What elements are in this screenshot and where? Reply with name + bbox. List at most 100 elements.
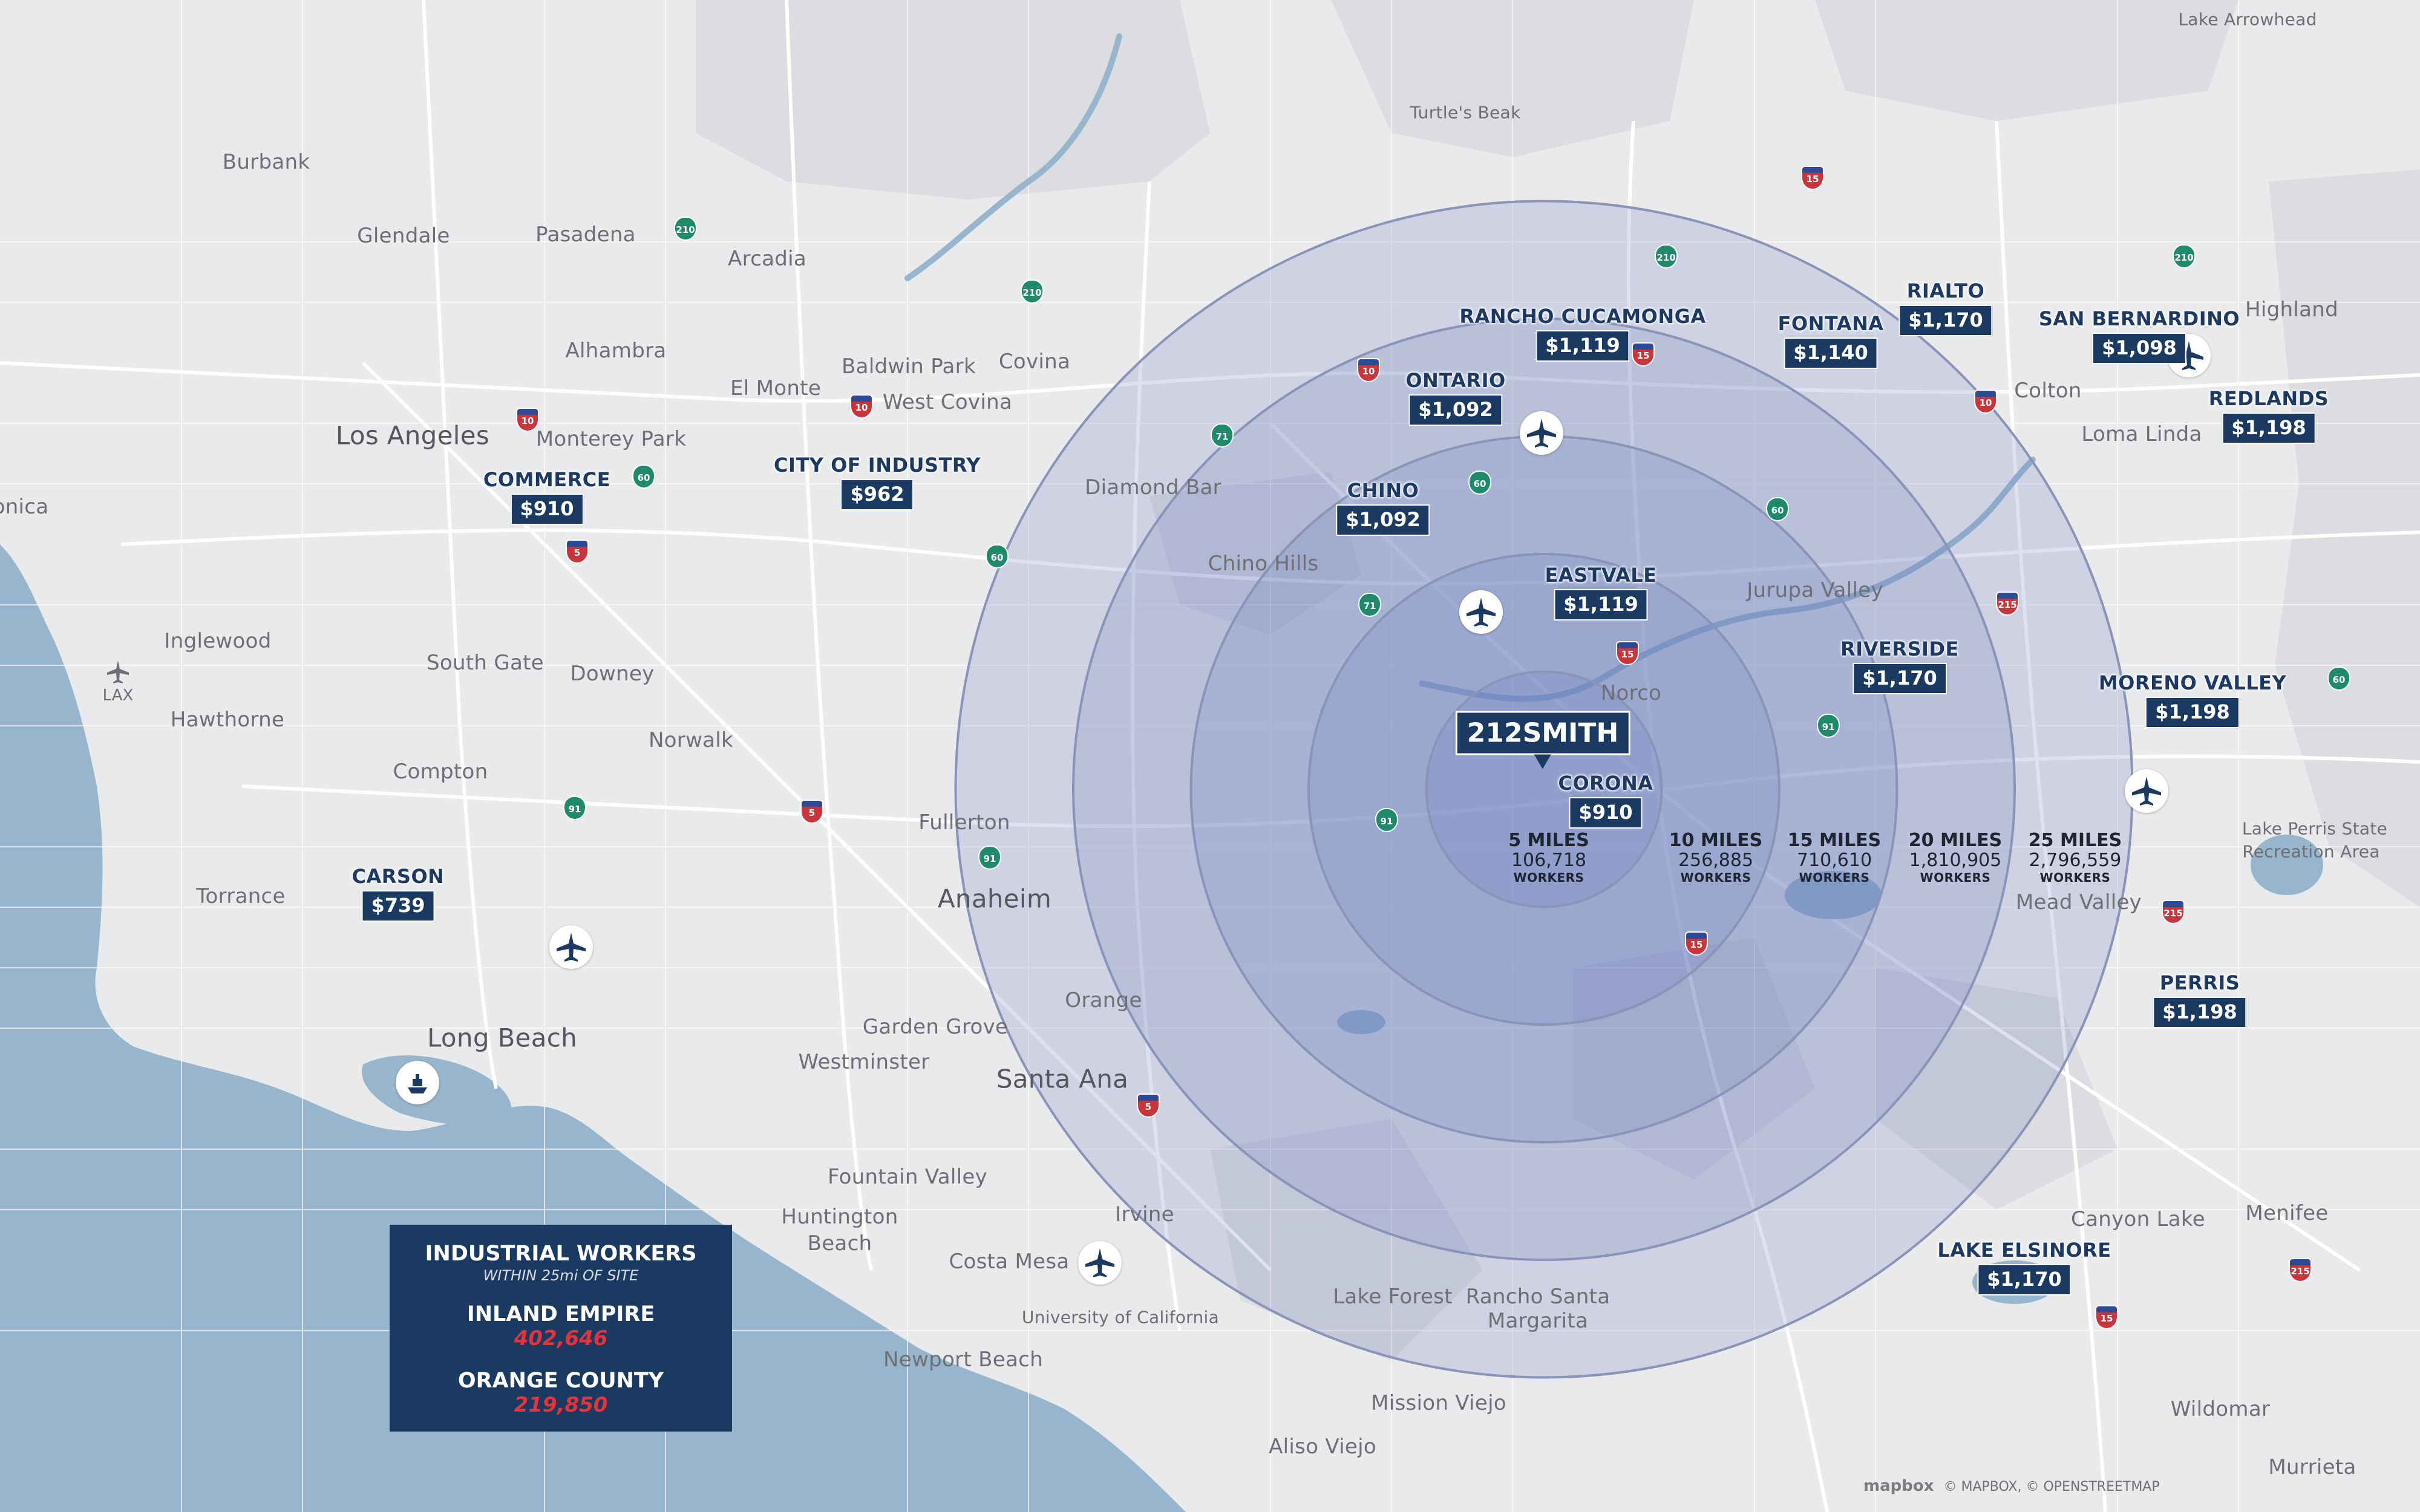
city-rate: $739 bbox=[361, 890, 435, 922]
place-label: Lake Forest bbox=[1333, 1285, 1453, 1309]
interstate-shield: 215 bbox=[2162, 900, 2185, 924]
city-name: REDLANDS bbox=[2208, 387, 2329, 410]
state-route-shield: 91 bbox=[1817, 714, 1840, 738]
airplane-icon bbox=[1527, 419, 1556, 448]
airport-marker[interactable] bbox=[1520, 411, 1563, 455]
city-rate: $1,098 bbox=[2092, 333, 2186, 364]
place-label: South Gate bbox=[426, 651, 544, 675]
place-label: Jurupa Valley bbox=[1747, 578, 1883, 602]
place-label: Irvine bbox=[1115, 1202, 1174, 1227]
interstate-shield: 10 bbox=[1974, 389, 1997, 414]
legend-region-inland-empire: INLAND EMPIRE bbox=[466, 1302, 655, 1326]
city-rate: $1,198 bbox=[2153, 997, 2247, 1028]
place-label: Diamond Bar bbox=[1085, 475, 1221, 500]
city-rate: $1,140 bbox=[1784, 337, 1878, 369]
city-rate-label[interactable]: CITY OF INDUSTRY $962 bbox=[774, 454, 981, 510]
ring-unit: WORKERS bbox=[1799, 870, 1870, 885]
city-rate-label[interactable]: RIALTO $1,170 bbox=[1898, 279, 1993, 336]
city-rate-label[interactable]: CORONA $910 bbox=[1558, 772, 1653, 829]
place-label: Covina bbox=[998, 350, 1071, 374]
city-rate-label[interactable]: LAKE ELSINORE $1,170 bbox=[1937, 1239, 2111, 1295]
interstate-shield: 10 bbox=[1357, 358, 1380, 382]
place-label: Lake Arrowhead bbox=[2178, 9, 2317, 30]
ring-worker-count: 106,718 bbox=[1511, 850, 1587, 871]
ring-miles: 20 MILES bbox=[1908, 830, 2003, 851]
state-route-shield: 210 bbox=[2173, 244, 2196, 269]
city-name: CHINO bbox=[1347, 479, 1419, 502]
state-route-shield: 71 bbox=[1211, 423, 1234, 448]
city-rate-label[interactable]: FONTANA $1,140 bbox=[1778, 312, 1884, 369]
ship-icon bbox=[408, 1074, 427, 1093]
place-label: Aliso Viejo bbox=[1269, 1435, 1376, 1459]
place-label: Hawthorne bbox=[170, 708, 285, 732]
place-label: Fountain Valley bbox=[827, 1165, 988, 1189]
airport-marker[interactable] bbox=[2125, 769, 2168, 813]
lax-label: LAX bbox=[102, 686, 134, 705]
place-label: Rancho Santa bbox=[1465, 1285, 1611, 1309]
interstate-shield: 10 bbox=[850, 394, 873, 419]
place-label: Costa Mesa bbox=[949, 1250, 1070, 1274]
airport-marker[interactable] bbox=[1459, 590, 1503, 634]
city-rate: $1,119 bbox=[1535, 330, 1630, 362]
airport-marker[interactable] bbox=[549, 925, 593, 969]
place-label: Beach bbox=[807, 1231, 872, 1256]
ring-label: 5 MILES 106,718 WORKERS bbox=[1508, 830, 1589, 885]
place-label: El Monte bbox=[730, 376, 822, 400]
ring-label: 20 MILES 1,810,905 WORKERS bbox=[1909, 830, 2002, 885]
place-label: Norco bbox=[1600, 681, 1662, 705]
interstate-shield: 15 bbox=[1801, 166, 1824, 190]
place-label: Recreation Area bbox=[2242, 841, 2380, 862]
legend-title: INDUSTRIAL WORKERS bbox=[425, 1242, 697, 1266]
place-label: Westminster bbox=[798, 1050, 930, 1074]
city-name: RIVERSIDE bbox=[1840, 637, 1959, 660]
place-label: Orange bbox=[1065, 988, 1142, 1012]
city-rate-label[interactable]: RANCHO CUCAMONGA $1,119 bbox=[1459, 305, 1705, 362]
map-canvas[interactable]: Burbank Glendale Pasadena Arcadia Turtle's B… bbox=[0, 0, 2420, 1512]
place-label: onica bbox=[0, 495, 49, 519]
city-rate-label[interactable]: SAN BERNARDINO $1,098 bbox=[2039, 307, 2240, 364]
place-label: Compton bbox=[393, 760, 488, 784]
legend-subtitle: WITHIN 25mi OF SITE bbox=[483, 1267, 639, 1284]
city-name: LAKE ELSINORE bbox=[1937, 1239, 2111, 1262]
place-label: Huntington bbox=[781, 1205, 898, 1229]
port-marker[interactable] bbox=[396, 1061, 439, 1104]
city-rate-label[interactable]: CARSON $739 bbox=[352, 865, 445, 922]
city-rate: $1,092 bbox=[1408, 394, 1503, 426]
city-rate-label[interactable]: ONTARIO $1,092 bbox=[1405, 369, 1505, 426]
city-rate-label[interactable]: REDLANDS $1,198 bbox=[2209, 387, 2329, 444]
legend-region-orange-county: ORANGE COUNTY bbox=[457, 1369, 664, 1393]
place-label: Monterey Park bbox=[535, 427, 687, 451]
place-label: Anaheim bbox=[937, 884, 1052, 914]
city-rate-label[interactable]: RIVERSIDE $1,170 bbox=[1840, 637, 1959, 694]
mapbox-logo[interactable]: mapbox bbox=[1863, 1477, 1934, 1495]
ring-unit: WORKERS bbox=[1920, 870, 1991, 885]
place-label: Garden Grove bbox=[862, 1015, 1009, 1039]
ring-label: 25 MILES 2,796,559 WORKERS bbox=[2029, 830, 2122, 885]
site-marker[interactable]: 212SMITH bbox=[1455, 711, 1630, 755]
city-rate: $1,119 bbox=[1554, 589, 1648, 621]
city-rate-label[interactable]: PERRIS $1,198 bbox=[2153, 971, 2247, 1028]
city-rate-label[interactable]: MORENO VALLEY $1,198 bbox=[2099, 671, 2286, 728]
city-rate-label[interactable]: EASTVALE $1,119 bbox=[1545, 564, 1656, 621]
place-label: Newport Beach bbox=[883, 1347, 1043, 1372]
state-route-shield: 210 bbox=[1655, 244, 1678, 269]
place-label: Mead Valley bbox=[2015, 890, 2142, 914]
city-rate-label[interactable]: COMMERCE $910 bbox=[483, 468, 610, 525]
city-rate: $1,092 bbox=[1336, 504, 1430, 536]
state-route-shield: 91 bbox=[1375, 808, 1398, 832]
city-rate-label[interactable]: CHINO $1,092 bbox=[1336, 479, 1430, 536]
ring-unit: WORKERS bbox=[1680, 870, 1751, 885]
interstate-shield: 5 bbox=[1137, 1093, 1160, 1118]
interstate-shield: 10 bbox=[516, 408, 539, 432]
city-name: CARSON bbox=[352, 865, 445, 888]
ring-label: 15 MILES 710,610 WORKERS bbox=[1788, 830, 1881, 885]
place-label: Arcadia bbox=[728, 247, 806, 271]
city-name: RANCHO CUCAMONGA bbox=[1459, 305, 1706, 328]
attribution-text[interactable]: © MAPBOX, © OPENSTREETMAP bbox=[1944, 1479, 2160, 1494]
city-rate: $910 bbox=[510, 494, 584, 525]
interstate-shield: 15 bbox=[1685, 931, 1708, 956]
city-name: MORENO VALLEY bbox=[2098, 671, 2287, 694]
map-attribution[interactable]: mapbox © MAPBOX, © OPENSTREETMAP bbox=[1863, 1477, 2160, 1495]
airport-marker[interactable] bbox=[1078, 1241, 1122, 1285]
place-label: Inglewood bbox=[164, 629, 272, 653]
